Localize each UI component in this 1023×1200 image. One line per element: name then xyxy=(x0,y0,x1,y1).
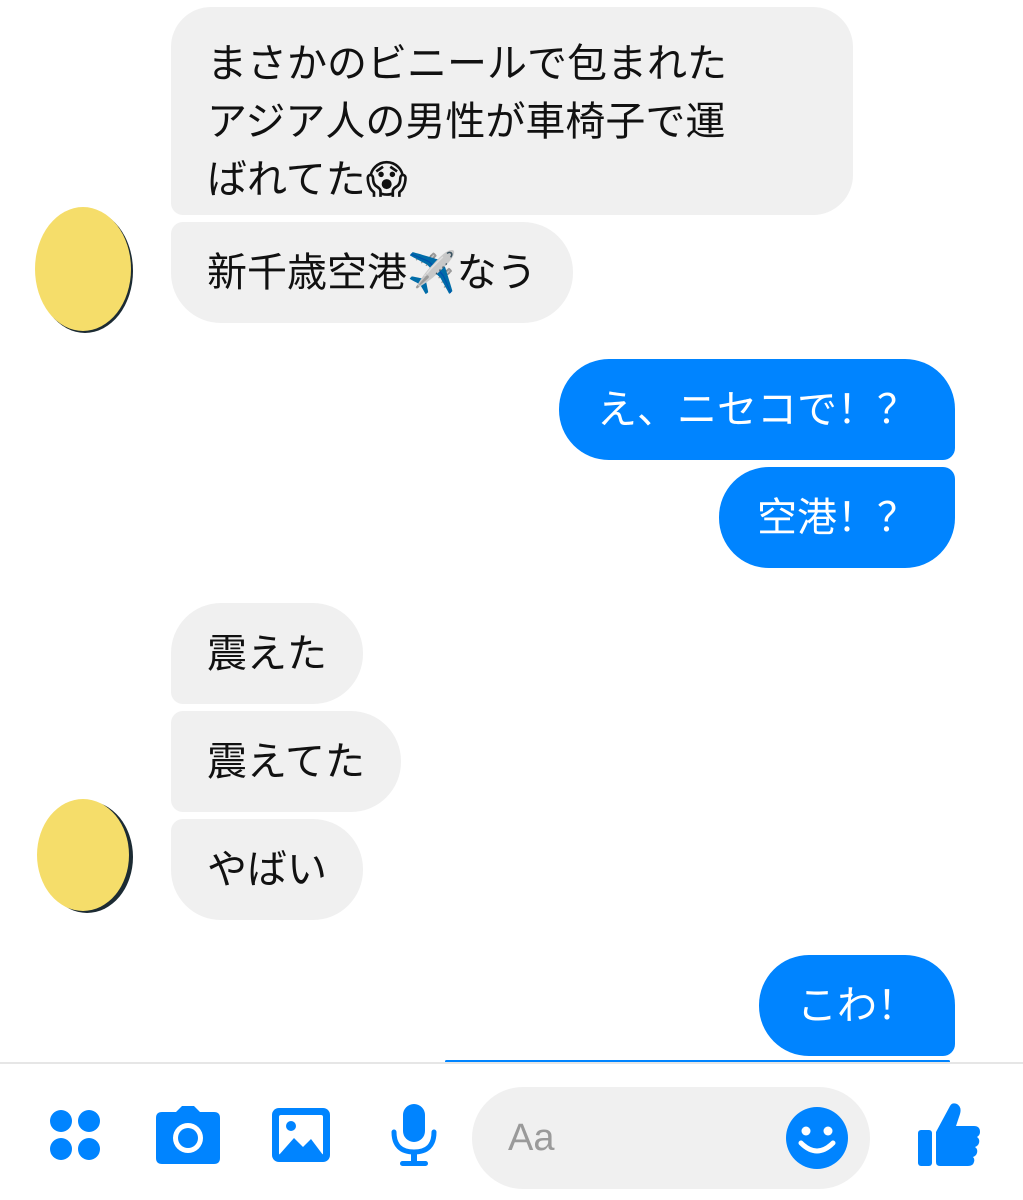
message-bubble-incoming[interactable]: 震えてた xyxy=(171,711,401,812)
message-text: え、ニセコで！？ xyxy=(597,386,917,433)
message-text: やばい xyxy=(207,846,327,893)
message-bubble-incoming[interactable]: 震えた xyxy=(171,603,363,704)
message-input-placeholder: Aa xyxy=(508,1117,555,1159)
message-text: こわ！ xyxy=(797,982,917,1029)
message-text: 震えてた xyxy=(207,738,365,785)
message-text: 新千歳空港✈️なう xyxy=(207,249,537,296)
chat-thread: まさかのビニールで包まれた アジア人の男性が車椅子で運 ばれてた😱 新千歳空港✈… xyxy=(0,0,1023,1062)
message-composer: Aa xyxy=(0,1064,1023,1200)
message-text: 空港！？ xyxy=(757,494,917,541)
message-bubble-outgoing[interactable]: こわ！ xyxy=(759,955,955,1056)
message-line: アジア人の男性が車椅子で運 xyxy=(207,99,726,145)
microphone-icon[interactable] xyxy=(386,1102,442,1168)
message-bubble-incoming[interactable]: やばい xyxy=(171,819,363,920)
message-line: まさかのビニールで包まれた xyxy=(207,41,727,87)
gallery-icon[interactable] xyxy=(270,1102,332,1168)
message-line: ばれてた😱 xyxy=(207,157,408,203)
apps-icon[interactable] xyxy=(42,1102,108,1168)
message-text: 震えた xyxy=(207,630,327,677)
message-bubble-outgoing[interactable]: 空港！？ xyxy=(719,467,955,568)
contact-avatar[interactable] xyxy=(33,205,135,333)
message-bubble-incoming[interactable]: まさかのビニールで包まれた アジア人の男性が車椅子で運 ばれてた😱 xyxy=(171,7,853,215)
message-bubble-outgoing[interactable]: え、ニセコで！？ xyxy=(559,359,955,460)
camera-icon[interactable] xyxy=(154,1102,222,1168)
contact-avatar[interactable] xyxy=(33,795,135,915)
message-input[interactable]: Aa xyxy=(472,1087,870,1189)
emoji-icon[interactable] xyxy=(784,1105,850,1171)
message-bubble-incoming[interactable]: 新千歳空港✈️なう xyxy=(171,222,573,323)
thumbs-up-icon[interactable] xyxy=(916,1100,982,1170)
